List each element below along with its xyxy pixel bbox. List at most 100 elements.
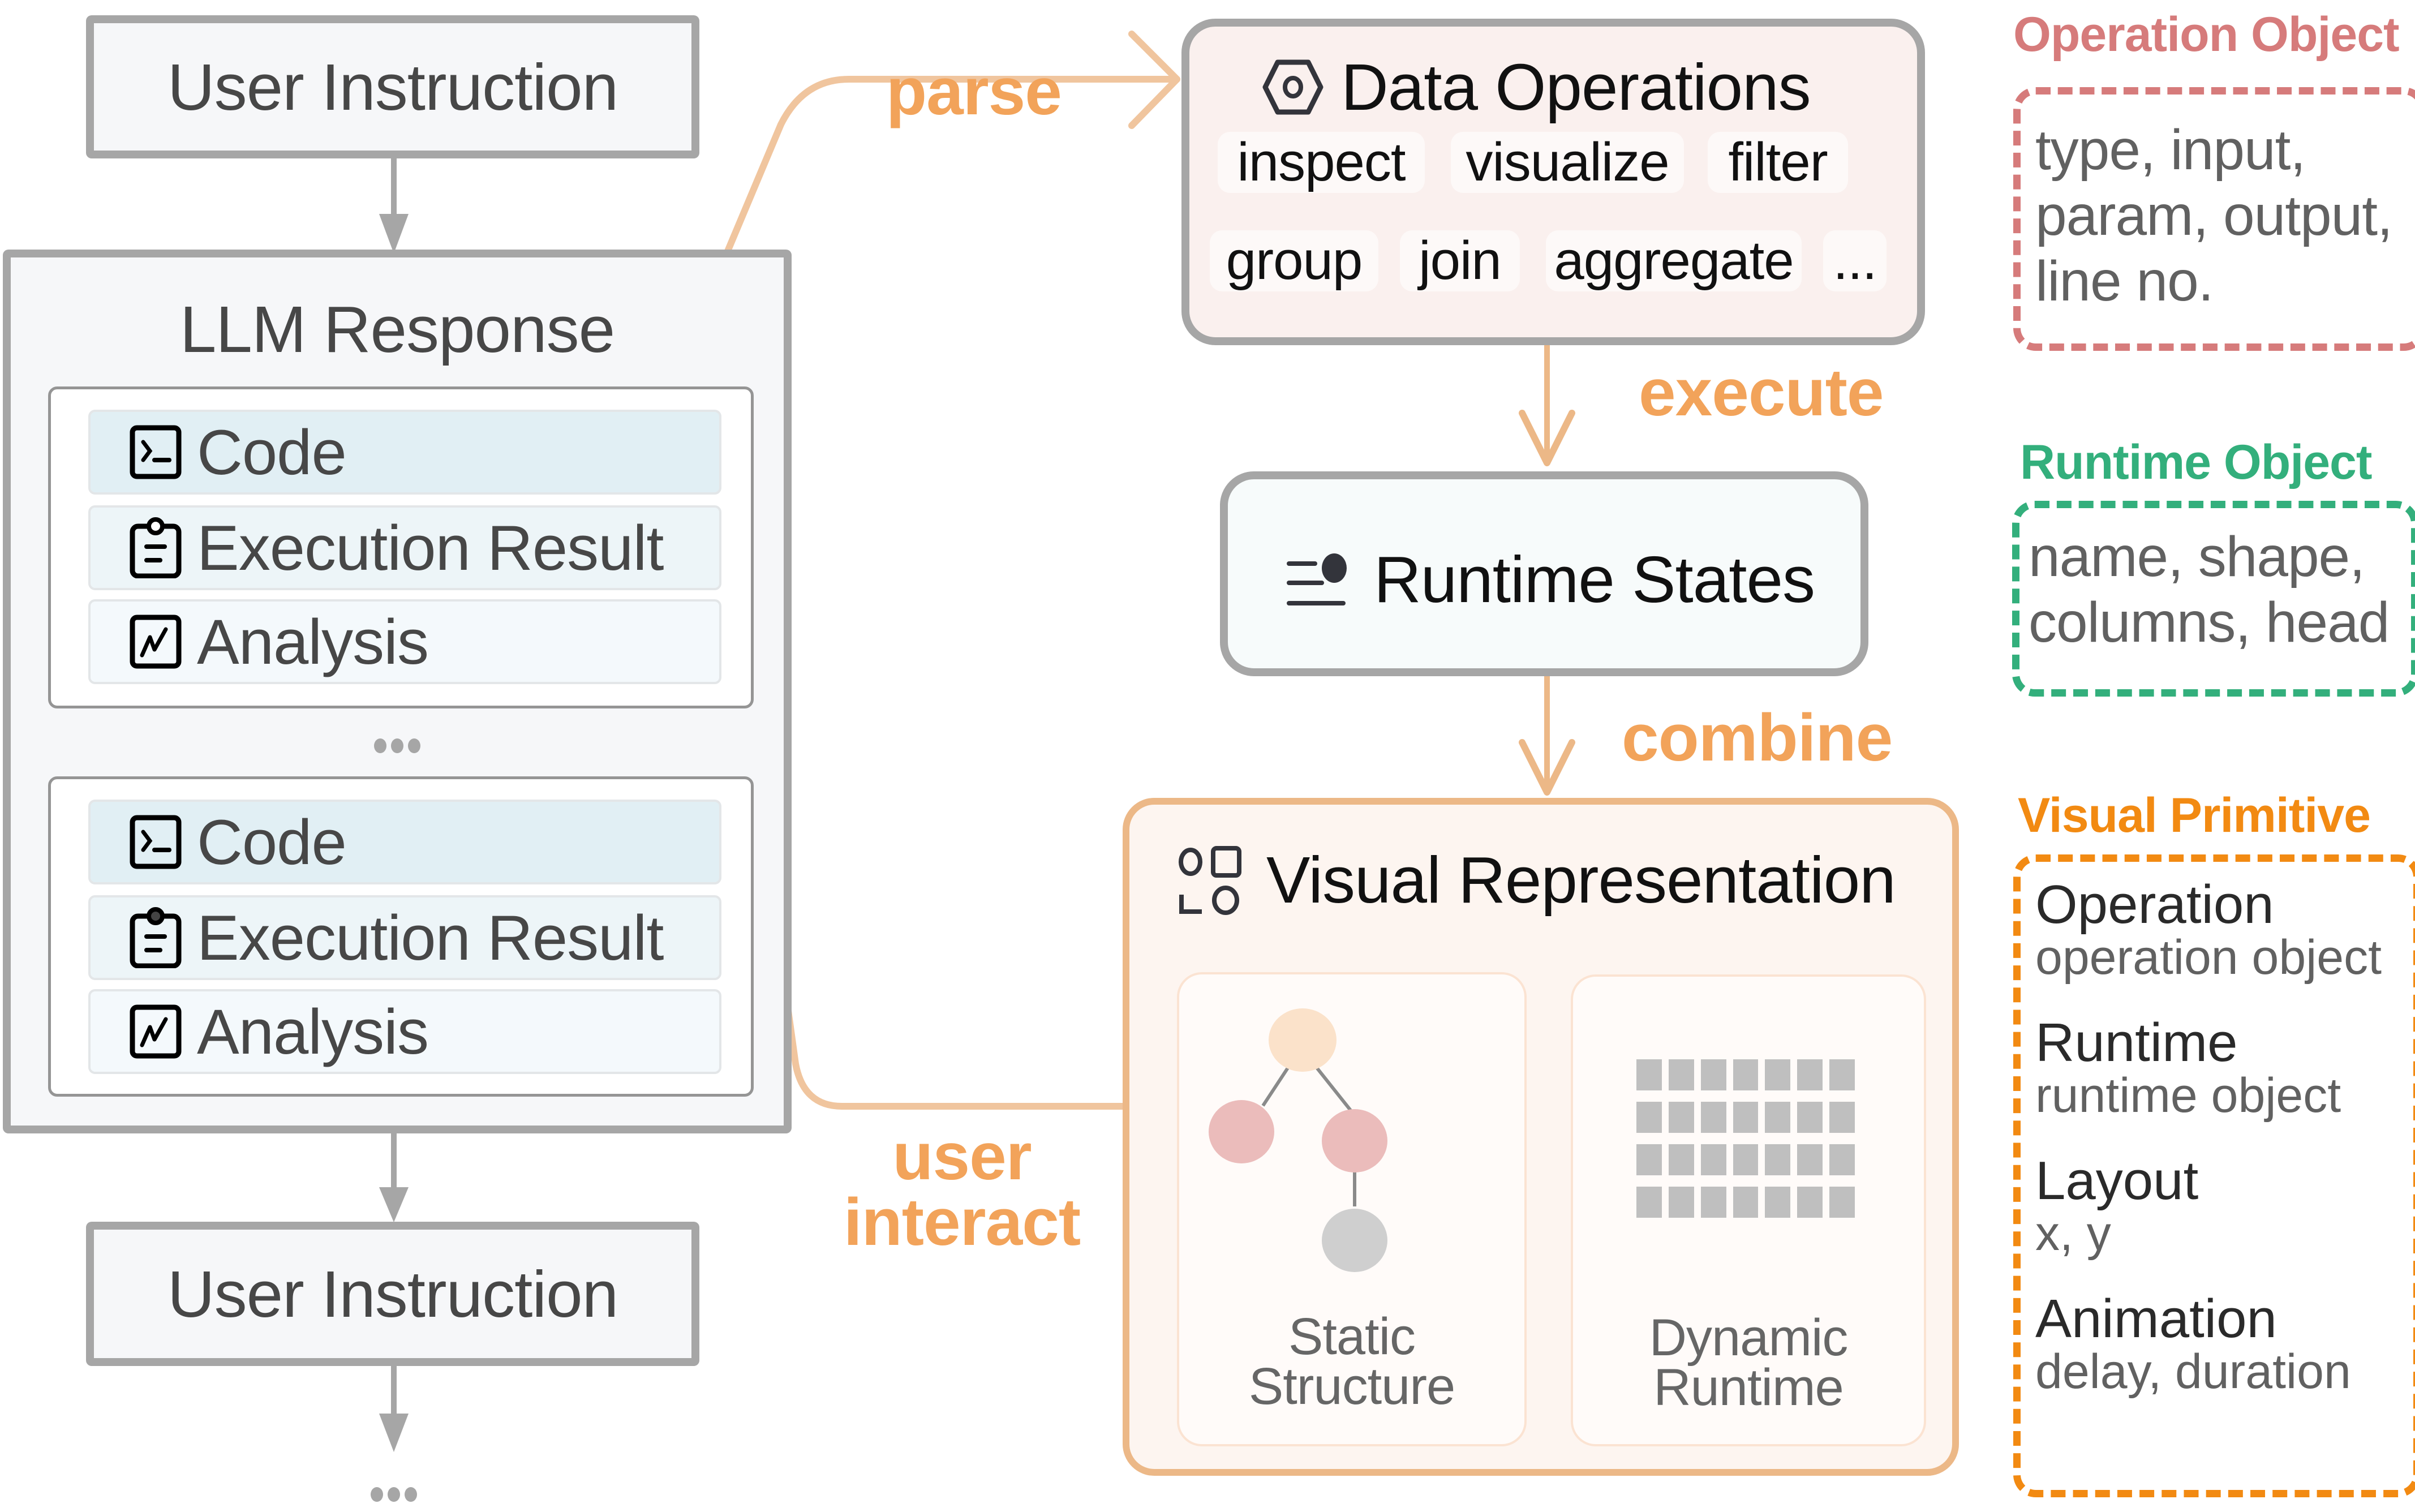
caption-line: Static	[1288, 1308, 1416, 1365]
grid-cell	[1765, 1187, 1791, 1218]
tree-edge	[1311, 1062, 1354, 1114]
dynamic-runtime-panel[interactable]: Dynamic Runtime	[1571, 974, 1926, 1446]
caption-line: Dynamic	[1649, 1309, 1849, 1367]
primitive-name: Layout	[2035, 1150, 2199, 1211]
list-item-analysis[interactable]: Analysis	[88, 989, 721, 1074]
grid-cell	[1797, 1187, 1823, 1218]
grid-cell	[1700, 1144, 1726, 1175]
item-label: Code	[197, 806, 347, 878]
chip-more[interactable]: ...	[1823, 230, 1887, 291]
grid-cell	[1700, 1059, 1726, 1090]
visual-primitive-box: Operation operation object Runtime runti…	[2013, 854, 2415, 1497]
runtime-states-title: Runtime States	[1374, 543, 1815, 616]
runtime-object-title: Runtime Object	[2020, 435, 2373, 489]
clipboard-icon	[128, 907, 183, 968]
arrow-combine	[1519, 676, 1575, 796]
terminal-icon	[128, 814, 183, 870]
list-item-execution-result[interactable]: Execution Result	[88, 505, 721, 590]
chart-line-icon	[128, 1004, 183, 1059]
runtime-object-box: name, shape, columns, head	[2012, 501, 2415, 697]
response-group-2: Code Execution Result Analysis	[48, 776, 754, 1097]
grid-cell	[1668, 1059, 1694, 1090]
grid-cell	[1829, 1144, 1855, 1175]
field-line: line no.	[2035, 250, 2214, 313]
chip-filter[interactable]: filter	[1708, 132, 1848, 193]
grid-cell	[1797, 1059, 1823, 1090]
user-interact-line2: interact	[843, 1185, 1081, 1260]
combine-label: combine	[1622, 701, 1893, 775]
grid-cell	[1733, 1144, 1759, 1175]
grid-cell	[1829, 1187, 1855, 1218]
primitive-layout: Layout x, y	[2035, 1153, 2198, 1258]
parse-label: parse	[886, 54, 1062, 129]
list-item-code[interactable]: Code	[88, 800, 721, 884]
shapes-icon	[1177, 845, 1244, 915]
field-line: columns, head	[2029, 591, 2390, 654]
arrow-instruction-to-more	[379, 1366, 409, 1452]
primitive-detail: runtime object	[2035, 1068, 2341, 1123]
tree-node-left	[1209, 1100, 1274, 1163]
grid-cell	[1765, 1144, 1791, 1175]
tree-node-root	[1269, 1008, 1337, 1072]
primitive-runtime: Runtime runtime object	[2035, 1015, 2341, 1120]
terminal-icon	[128, 424, 183, 480]
grid-cell	[1636, 1059, 1662, 1090]
dynamic-runtime-caption: Dynamic Runtime	[1573, 1309, 1924, 1414]
runtime-object-fields: name, shape, columns, head	[2029, 524, 2390, 655]
chip-join[interactable]: join	[1400, 230, 1520, 291]
visual-representation-title: Visual Representation	[1266, 843, 1896, 917]
runtime-states-header: Runtime States	[1287, 542, 1815, 617]
chip-inspect[interactable]: inspect	[1218, 132, 1425, 193]
list-item-code[interactable]: Code	[88, 410, 721, 495]
tree-node-leaf	[1322, 1209, 1387, 1272]
tree-graph	[1209, 1008, 1387, 1272]
grid-cell	[1636, 1187, 1662, 1218]
tree-edge	[1261, 1062, 1293, 1107]
user-instruction-bottom[interactable]: User Instruction	[86, 1222, 699, 1366]
chip-visualize[interactable]: visualize	[1451, 132, 1684, 193]
chip-aggregate[interactable]: aggregate	[1546, 230, 1802, 291]
operation-object-title: Operation Object	[2013, 7, 2400, 62]
data-operations-title: Data Operations	[1341, 50, 1811, 124]
static-structure-caption: Static Structure	[1179, 1308, 1524, 1415]
primitive-name: Animation	[2035, 1288, 2277, 1349]
grid-cell	[1829, 1059, 1855, 1090]
grid-cell	[1797, 1144, 1823, 1175]
visual-representation-header: Visual Representation	[1177, 842, 1896, 918]
operation-object-box: type, input, param, output, line no.	[2013, 87, 2415, 351]
grid-cell	[1829, 1102, 1855, 1133]
data-operations-header: Data Operations	[1262, 49, 1811, 125]
chip-group[interactable]: group	[1210, 230, 1378, 291]
primitive-animation: Animation delay, duration	[2035, 1288, 2351, 1399]
user-instruction-top[interactable]: User Instruction	[86, 15, 699, 158]
runtime-states-panel: Runtime States	[1220, 471, 1868, 676]
visual-primitive-title: Visual Primitive	[2018, 788, 2371, 843]
caption-line: Structure	[1248, 1358, 1455, 1415]
primitive-operation: Operation operation object	[2035, 877, 2382, 982]
list-item-analysis[interactable]: Analysis	[88, 599, 721, 684]
grid-cell	[1797, 1102, 1823, 1133]
grid-cell	[1765, 1059, 1791, 1090]
list-item-execution-result[interactable]: Execution Result	[88, 895, 721, 980]
item-label: Execution Result	[197, 902, 664, 973]
grid-cell	[1668, 1144, 1694, 1175]
item-label: Execution Result	[197, 512, 664, 583]
item-label: Analysis	[197, 996, 429, 1067]
user-instruction-label: User Instruction	[167, 50, 618, 124]
primitive-detail: x, y	[2035, 1206, 2111, 1261]
grid-cell	[1700, 1102, 1726, 1133]
grid-cell	[1733, 1059, 1759, 1090]
primitive-detail: operation object	[2035, 930, 2382, 985]
grid-cells	[1636, 1059, 1855, 1218]
grid-cell	[1733, 1187, 1759, 1218]
grid-cell	[1636, 1144, 1662, 1175]
operation-object-fields: type, input, param, output, line no.	[2035, 117, 2393, 314]
clipboard-icon	[128, 517, 183, 578]
field-line: param, output,	[2035, 184, 2393, 247]
arrow-execute	[1519, 345, 1575, 466]
primitive-detail: delay, duration	[2035, 1345, 2351, 1399]
grid-cell	[1765, 1102, 1791, 1133]
item-label: Analysis	[197, 606, 429, 677]
static-structure-panel[interactable]: Static Structure	[1177, 972, 1527, 1446]
more-responses-ellipsis	[11, 738, 784, 753]
